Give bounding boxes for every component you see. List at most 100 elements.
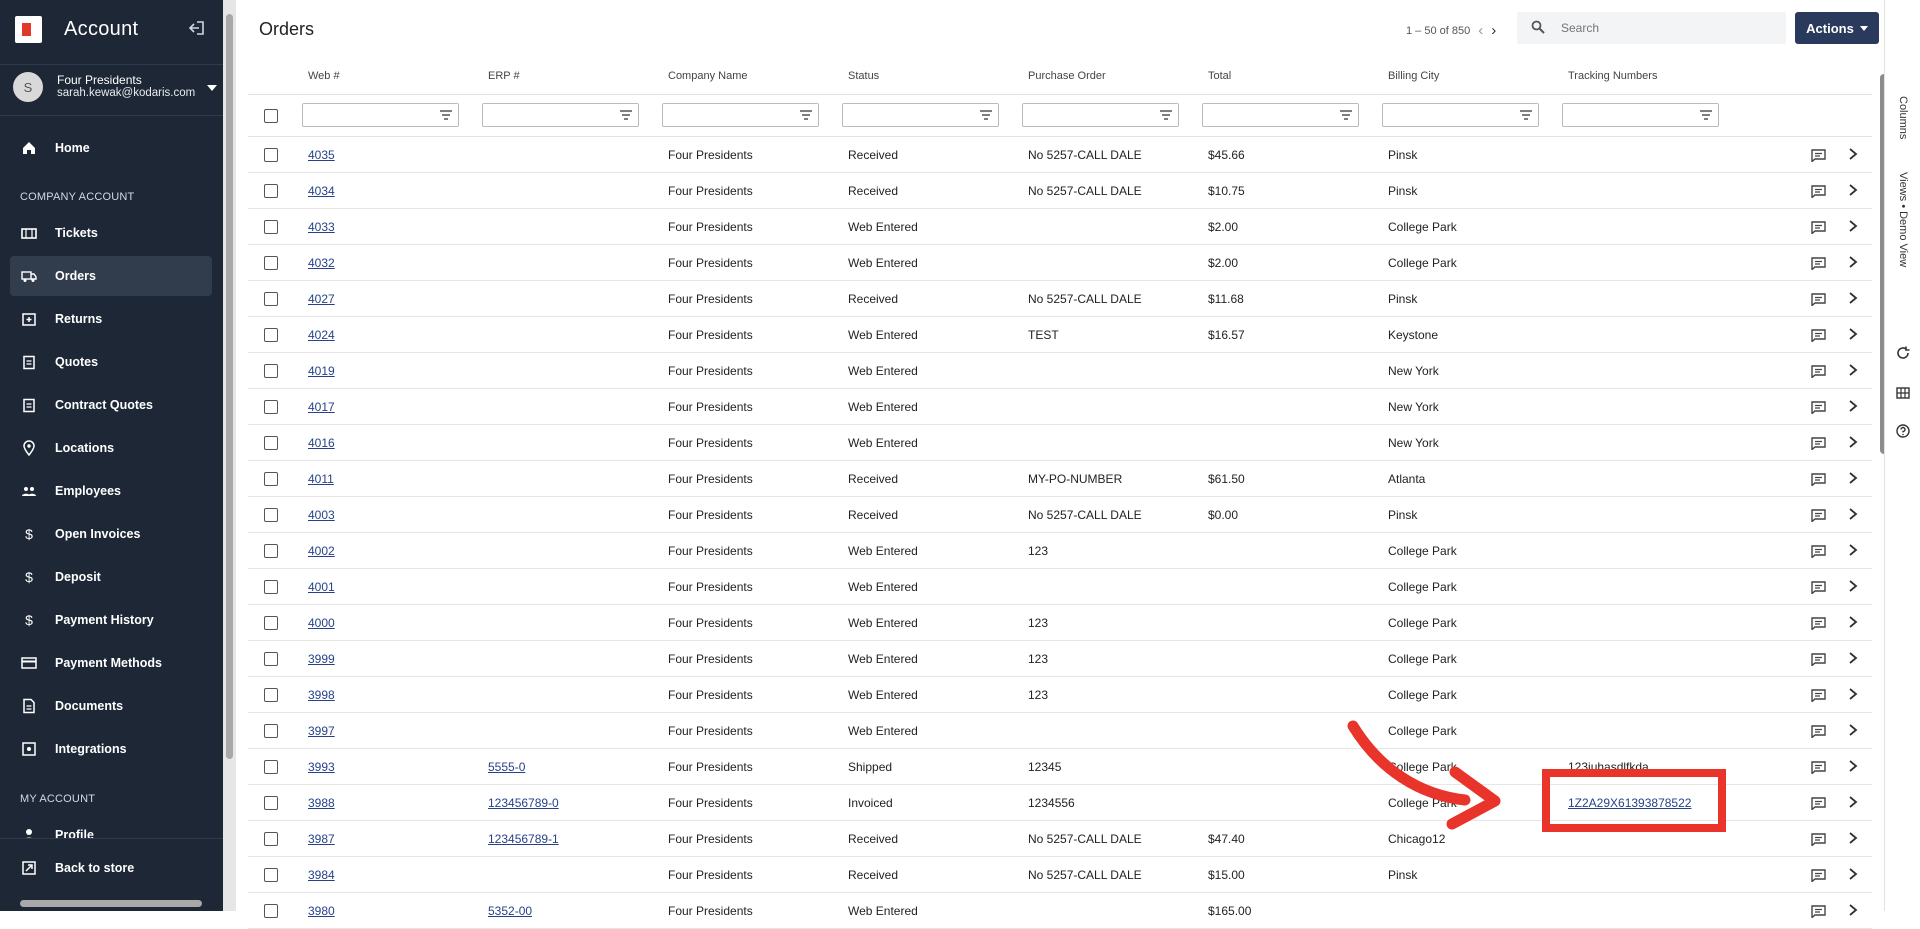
row-checkbox[interactable] — [264, 292, 278, 306]
chevron-right-icon[interactable] — [1848, 615, 1858, 629]
cell-web[interactable]: 4027 — [308, 292, 335, 306]
row-checkbox[interactable] — [264, 472, 278, 486]
chevron-right-icon[interactable] — [1848, 831, 1858, 845]
comment-icon[interactable] — [1811, 437, 1826, 450]
search-box[interactable] — [1517, 12, 1786, 44]
sidebar-item-contract-quotes[interactable]: Contract Quotes — [10, 385, 212, 425]
chevron-right-icon[interactable] — [1848, 651, 1858, 665]
comment-icon[interactable] — [1811, 833, 1826, 846]
row-checkbox[interactable] — [264, 364, 278, 378]
chevron-right-icon[interactable] — [1848, 795, 1858, 809]
table-row[interactable]: 4000 Four Presidents Web Entered 123 College… — [248, 605, 1872, 641]
chevron-right-icon[interactable]: › — [1491, 22, 1496, 39]
table-row[interactable]: 3984 Four Presidents Received No 5257-CALL … — [248, 857, 1872, 893]
cell-web[interactable]: 3987 — [308, 832, 335, 846]
filter-purchase-order[interactable] — [1022, 103, 1179, 127]
sidebar-horizontal-scrollbar[interactable] — [10, 899, 220, 908]
cell-web[interactable]: 4032 — [308, 256, 335, 270]
sidebar-item-returns[interactable]: Returns — [10, 299, 212, 339]
cell-web[interactable]: 3999 — [308, 652, 335, 666]
comment-icon[interactable] — [1811, 725, 1826, 738]
cell-web[interactable]: 3984 — [308, 868, 335, 882]
sidebar-item-employees[interactable]: Employees — [10, 471, 212, 511]
table-row[interactable]: 4017 Four Presidents Web Entered New York — [248, 389, 1872, 425]
chevron-left-icon[interactable]: ‹ — [1478, 22, 1483, 39]
filter-total[interactable] — [1202, 103, 1359, 127]
sidebar-item-integrations[interactable]: Integrations — [10, 729, 212, 769]
column-header-erp[interactable]: ERP # — [488, 70, 520, 82]
row-checkbox[interactable] — [264, 904, 278, 918]
cell-web[interactable]: 3997 — [308, 724, 335, 738]
sidebar-item-documents[interactable]: Documents — [10, 686, 212, 726]
filter-web[interactable] — [302, 103, 459, 127]
column-header-company[interactable]: Company Name — [668, 70, 747, 82]
filter-erp[interactable] — [482, 103, 639, 127]
collapse-sidebar-icon[interactable] — [188, 19, 206, 37]
comment-icon[interactable] — [1811, 689, 1826, 702]
comment-icon[interactable] — [1811, 185, 1826, 198]
sidebar-item-payment-history[interactable]: $ Payment History — [10, 600, 212, 640]
row-checkbox[interactable] — [264, 328, 278, 342]
row-checkbox[interactable] — [264, 796, 278, 810]
comment-icon[interactable] — [1811, 221, 1826, 234]
comment-icon[interactable] — [1811, 473, 1826, 486]
chevron-right-icon[interactable] — [1848, 579, 1858, 593]
cell-tracking[interactable]: 1Z2A29X61393878522 — [1568, 796, 1691, 810]
cell-web[interactable]: 4000 — [308, 616, 335, 630]
table-row[interactable]: 3988 123456789-0 Four Presidents Invoiced 12… — [248, 785, 1872, 821]
cell-web[interactable]: 4019 — [308, 364, 335, 378]
column-header-purchase-order[interactable]: Purchase Order — [1028, 70, 1106, 82]
select-all-checkbox[interactable] — [264, 109, 278, 123]
columns-panel-toggle[interactable]: Columns — [1897, 96, 1909, 139]
cell-web[interactable]: 4011 — [308, 472, 334, 486]
chevron-right-icon[interactable] — [1848, 363, 1858, 377]
table-row[interactable]: 4011 Four Presidents Received MY-PO-NUMBER $… — [248, 461, 1872, 497]
chevron-down-icon[interactable] — [207, 85, 217, 91]
cell-web[interactable]: 4001 — [308, 580, 335, 594]
row-checkbox[interactable] — [264, 580, 278, 594]
row-checkbox[interactable] — [264, 616, 278, 630]
filter-company[interactable] — [662, 103, 819, 127]
sidebar-scrollbar[interactable] — [223, 0, 236, 911]
chevron-right-icon[interactable] — [1848, 867, 1858, 881]
comment-icon[interactable] — [1811, 545, 1826, 558]
row-checkbox[interactable] — [264, 652, 278, 666]
comment-icon[interactable] — [1811, 365, 1826, 378]
row-checkbox[interactable] — [264, 184, 278, 198]
search-input[interactable] — [1561, 18, 1771, 38]
cell-web[interactable]: 4034 — [308, 184, 335, 198]
table-row[interactable]: 3999 Four Presidents Web Entered 123 College… — [248, 641, 1872, 677]
comment-icon[interactable] — [1811, 581, 1826, 594]
table-row[interactable]: 3993 5555-0 Four Presidents Shipped 12345 Col… — [248, 749, 1872, 785]
comment-icon[interactable] — [1811, 401, 1826, 414]
row-checkbox[interactable] — [264, 688, 278, 702]
row-checkbox[interactable] — [264, 832, 278, 846]
row-checkbox[interactable] — [264, 508, 278, 522]
table-row[interactable]: 3997 Four Presidents Web Entered College Pa… — [248, 713, 1872, 749]
column-header-status[interactable]: Status — [848, 70, 879, 82]
filter-tracking[interactable] — [1562, 103, 1719, 127]
comment-icon[interactable] — [1811, 293, 1826, 306]
grid-icon[interactable] — [1896, 386, 1910, 400]
table-row[interactable]: 4002 Four Presidents Web Entered 123 College… — [248, 533, 1872, 569]
sidebar-item-tickets[interactable]: Tickets — [10, 213, 212, 253]
cell-erp[interactable]: 123456789-0 — [488, 796, 559, 810]
table-row[interactable]: 4035 Four Presidents Received No 5257-CALL … — [248, 137, 1872, 173]
cell-web[interactable]: 4016 — [308, 436, 335, 450]
table-row[interactable]: 4019 Four Presidents Web Entered New York — [248, 353, 1872, 389]
table-row[interactable]: 4032 Four Presidents Web Entered $2.00 Colle… — [248, 245, 1872, 281]
table-row[interactable]: 4027 Four Presidents Received No 5257-CALL … — [248, 281, 1872, 317]
chevron-right-icon[interactable] — [1848, 903, 1858, 917]
filter-status[interactable] — [842, 103, 999, 127]
row-checkbox[interactable] — [264, 256, 278, 270]
row-checkbox[interactable] — [264, 436, 278, 450]
cell-erp[interactable]: 123456789-1 — [488, 832, 559, 846]
sidebar-item-orders[interactable]: Orders — [10, 256, 212, 296]
column-header-billing-city[interactable]: Billing City — [1388, 70, 1439, 82]
comment-icon[interactable] — [1811, 329, 1826, 342]
chevron-right-icon[interactable] — [1848, 435, 1858, 449]
column-header-web[interactable]: Web # — [308, 70, 340, 82]
cell-web[interactable]: 3993 — [308, 760, 335, 774]
chevron-right-icon[interactable] — [1848, 255, 1858, 269]
table-row[interactable]: 3980 5352-00 Four Presidents Web Entered $16… — [248, 893, 1872, 929]
